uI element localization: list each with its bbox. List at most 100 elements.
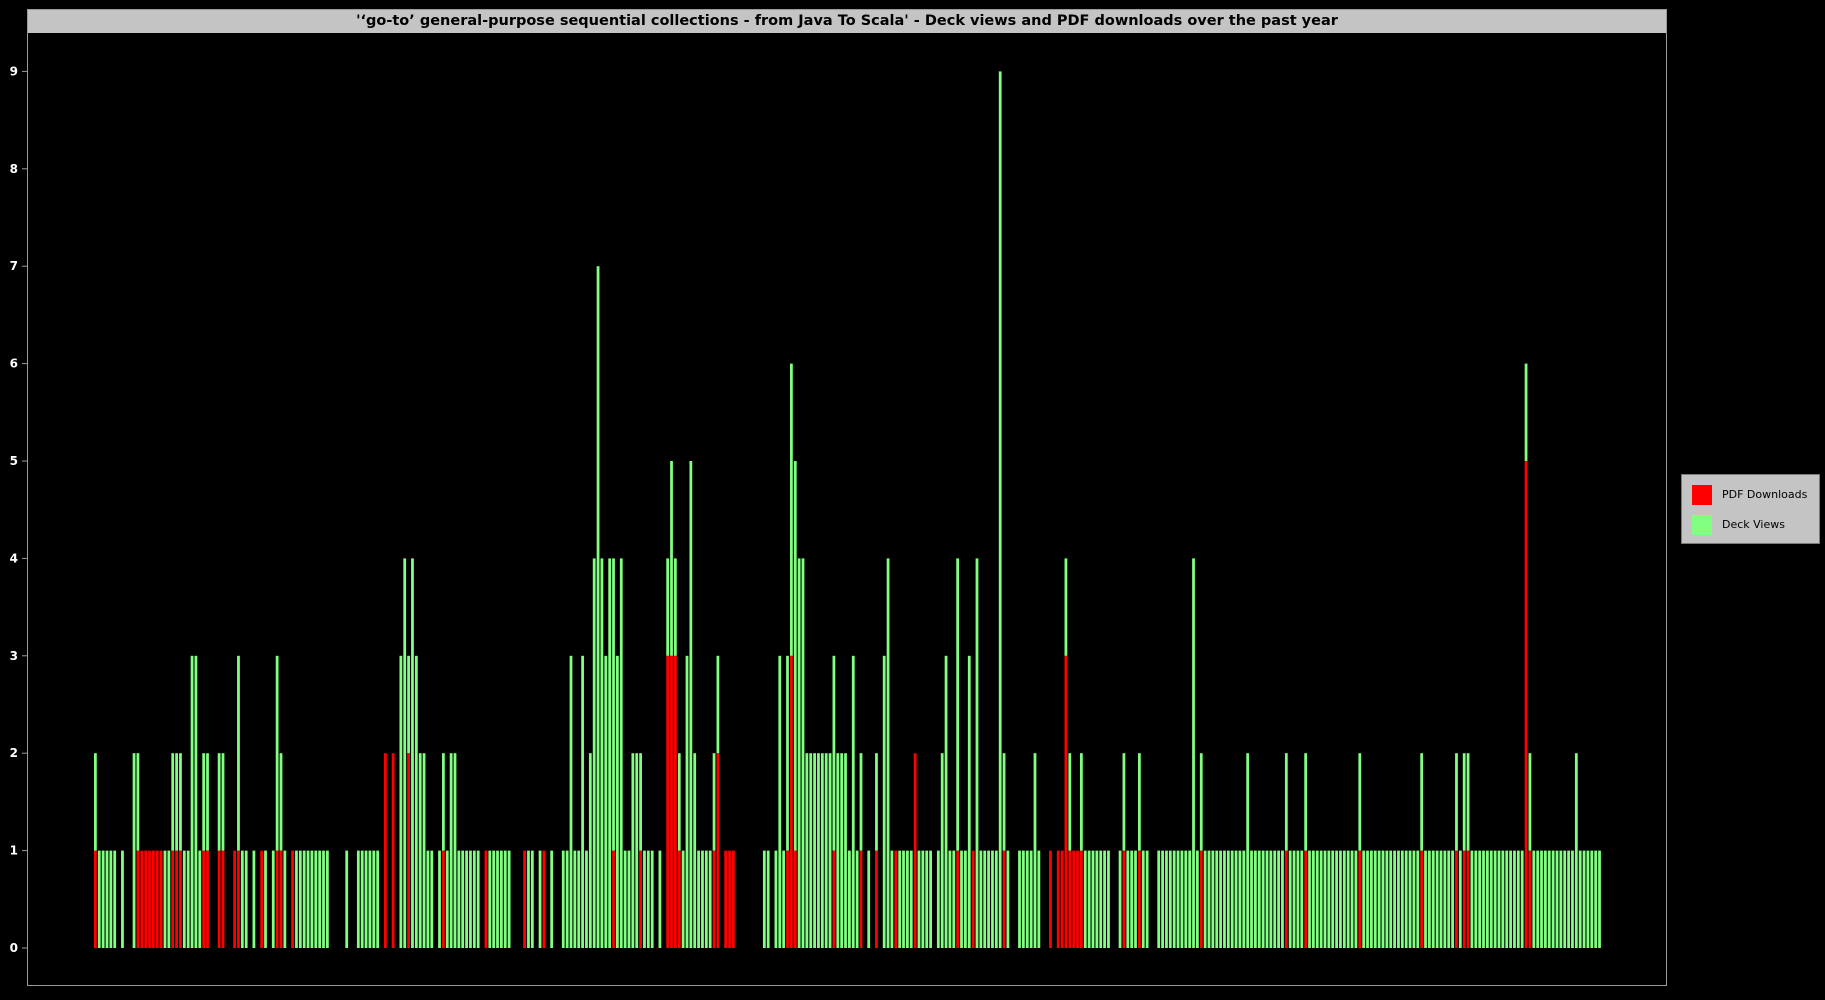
bar-pdf-downloads <box>639 850 642 948</box>
bar-deck-views <box>994 850 998 948</box>
bar-deck-views <box>1489 850 1493 948</box>
bar-deck-views <box>507 850 511 948</box>
bar-deck-views <box>1315 850 1319 948</box>
bar-deck-views <box>1254 850 1257 948</box>
bar-deck-views <box>132 753 136 948</box>
bar-pdf-downloads <box>1524 461 1528 948</box>
bar-deck-views <box>631 753 635 948</box>
bar-deck-views <box>1342 850 1346 948</box>
bar-deck-views <box>244 850 248 948</box>
bar-deck-views <box>608 558 612 948</box>
bar-deck-views <box>848 850 851 948</box>
bar-deck-views <box>929 850 932 948</box>
bar-series-group <box>94 71 1601 948</box>
bar-deck-views <box>1571 850 1574 948</box>
y-tick-label: 6 <box>10 357 18 371</box>
bar-deck-views <box>171 753 175 851</box>
bar-deck-views <box>1308 850 1311 948</box>
y-tick-label: 5 <box>10 454 18 468</box>
bar-deck-views <box>832 655 836 851</box>
bar-deck-views <box>616 655 619 948</box>
bar-pdf-downloads <box>159 850 163 948</box>
bar-deck-views <box>1215 850 1219 948</box>
bar-pdf-downloads <box>859 850 863 948</box>
bar-pdf-downloads <box>1455 850 1458 948</box>
bar-deck-views <box>956 558 960 851</box>
bar-deck-views <box>805 753 809 948</box>
bar-deck-views <box>666 558 670 656</box>
bar-deck-views <box>476 850 480 948</box>
bar-deck-views <box>573 850 577 948</box>
bar-pdf-downloads <box>275 850 279 948</box>
bar-deck-views <box>1505 850 1509 948</box>
bar-deck-views <box>94 753 97 851</box>
bar-deck-views <box>987 850 990 948</box>
bar-deck-views <box>1323 850 1327 948</box>
bar-pdf-downloads <box>786 850 789 948</box>
bar-deck-views <box>936 850 940 948</box>
bar-pdf-downloads <box>206 850 209 948</box>
bar-deck-views <box>1126 850 1130 948</box>
bar-pdf-downloads <box>233 850 236 948</box>
bar-deck-views <box>1447 850 1451 948</box>
bar-pdf-downloads <box>1138 850 1141 948</box>
bar-deck-views <box>271 850 275 948</box>
y-axis: 0 1 2 3 4 5 6 7 8 9 <box>10 64 27 955</box>
bar-pdf-downloads <box>728 850 731 948</box>
bar-deck-views <box>1373 850 1377 948</box>
bar-deck-views <box>1176 850 1180 948</box>
bar-deck-views <box>1068 753 1072 851</box>
bar-deck-views <box>1025 850 1029 948</box>
bar-deck-views <box>438 850 441 948</box>
bar-deck-views <box>674 558 677 656</box>
bar-deck-views <box>906 850 909 948</box>
bar-pdf-downloads <box>612 850 615 948</box>
bar-deck-views <box>275 655 279 851</box>
bar-deck-views <box>801 558 805 948</box>
bar-deck-views <box>492 850 496 948</box>
bar-pdf-downloads <box>712 850 716 948</box>
bar-deck-views <box>1087 850 1091 948</box>
y-tick-label: 9 <box>10 64 18 78</box>
bar-pdf-downloads <box>260 850 264 948</box>
bar-deck-views <box>1292 850 1296 948</box>
bar-deck-views <box>1230 850 1234 948</box>
legend-label-pdf-downloads: PDF Downloads <box>1722 488 1808 501</box>
bar-deck-views <box>967 655 971 948</box>
bar-deck-views <box>701 850 704 948</box>
bar-deck-views <box>670 461 673 656</box>
bar-deck-views <box>708 850 712 948</box>
bar-deck-views <box>310 850 314 948</box>
bar-pdf-downloads <box>384 753 387 948</box>
bar-deck-views <box>786 655 789 851</box>
bar-deck-views <box>882 655 886 948</box>
bar-deck-views <box>1257 850 1261 948</box>
bar-deck-views <box>298 850 302 948</box>
bar-deck-views <box>163 850 167 948</box>
bar-pdf-downloads <box>202 850 206 948</box>
bar-deck-views <box>407 655 410 754</box>
bar-deck-views <box>619 558 623 948</box>
bar-deck-views <box>198 850 202 948</box>
bar-deck-views <box>136 753 140 851</box>
bar-deck-views <box>1466 753 1470 851</box>
bar-deck-views <box>105 850 109 948</box>
bar-pdf-downloads <box>1002 850 1006 948</box>
bar-deck-views <box>364 850 368 948</box>
bar-deck-views <box>550 850 554 948</box>
bar-deck-views <box>1385 850 1389 948</box>
bar-deck-views <box>360 850 364 948</box>
bar-deck-views <box>202 753 206 851</box>
y-tick-label: 4 <box>10 551 18 565</box>
bar-pdf-downloads <box>677 850 681 948</box>
bar-pdf-downloads <box>136 850 140 948</box>
bar-deck-views <box>1497 850 1501 948</box>
bar-pdf-downloads <box>94 850 97 948</box>
bar-deck-views <box>612 558 615 851</box>
bar-deck-views <box>1095 850 1099 948</box>
bar-deck-views <box>909 850 913 948</box>
bar-deck-views <box>964 850 967 948</box>
bar-deck-views <box>1238 850 1242 948</box>
bar-deck-views <box>778 655 782 948</box>
bar-deck-views <box>998 71 1002 948</box>
